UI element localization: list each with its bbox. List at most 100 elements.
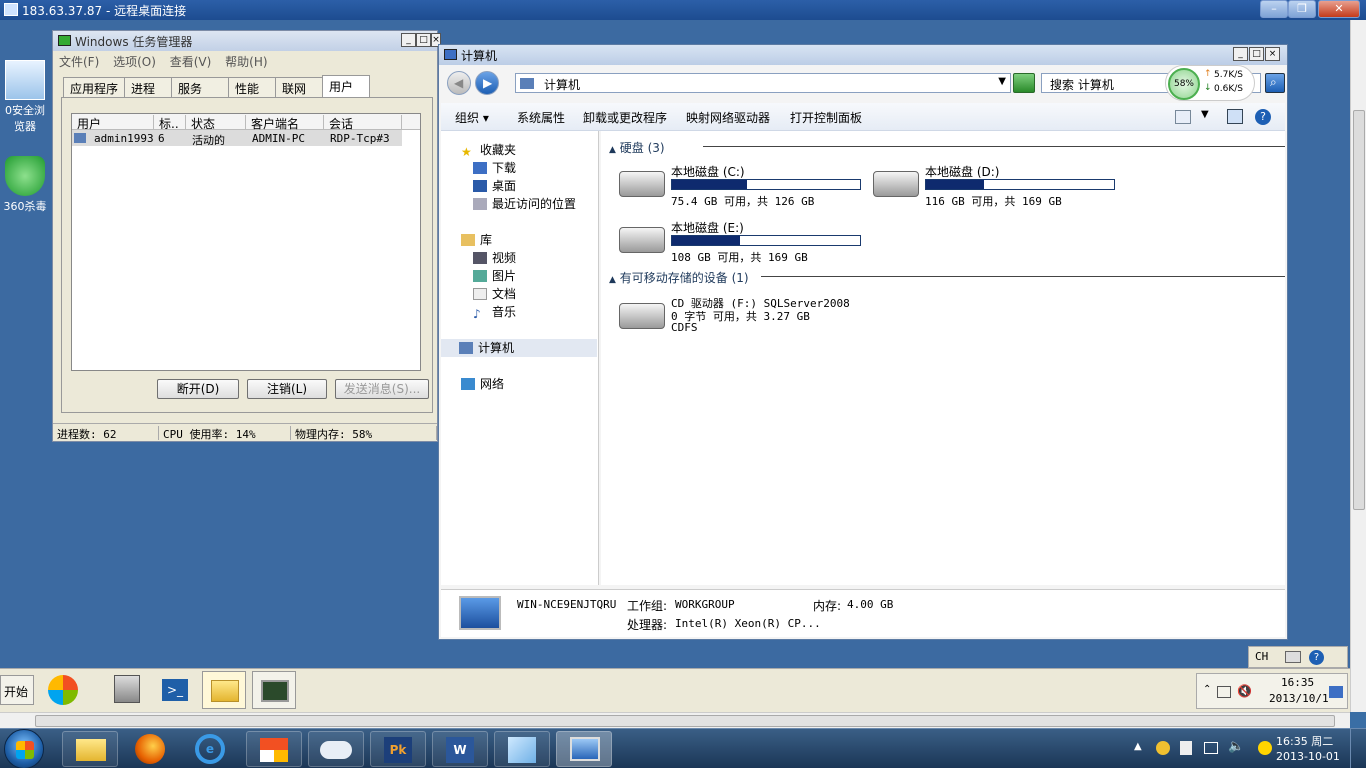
tab-networking[interactable]: 联网 xyxy=(275,77,324,97)
nav-pictures[interactable]: 图片 xyxy=(471,267,516,285)
menu-view[interactable]: 查看(V) xyxy=(170,55,212,69)
send-message-button[interactable]: 发送消息(S)... xyxy=(335,379,429,399)
nav-favorites[interactable]: ★ 收藏夹 xyxy=(459,141,516,159)
group-removable[interactable]: ▲ 有可移动存储的设备 (1) xyxy=(609,269,1285,285)
refresh-button[interactable] xyxy=(1013,73,1035,93)
tm-maximize-button[interactable]: □ xyxy=(416,33,431,47)
address-box[interactable]: 计算机 ▼ xyxy=(515,73,1011,93)
rdp-minimize-button[interactable]: – xyxy=(1260,0,1288,18)
drive-cd[interactable]: CD 驱动器 (F:) SQLServer2008 0 字节 可用，共 3.27… xyxy=(619,293,939,341)
scrollbar-thumb[interactable] xyxy=(35,715,1335,727)
network-tray-icon[interactable] xyxy=(1217,686,1231,698)
remote-app-powershell-button[interactable]: >_ xyxy=(154,671,198,709)
preview-pane-icon[interactable] xyxy=(1227,109,1243,124)
language-indicator[interactable]: CH xyxy=(1255,650,1268,663)
ex-minimize-button[interactable]: _ xyxy=(1233,47,1248,61)
tab-services[interactable]: 服务 xyxy=(171,77,230,97)
address-dropdown-icon[interactable]: ▼ xyxy=(998,76,1006,87)
volume-icon[interactable]: 🔈 xyxy=(1228,739,1244,754)
uninstall-program-button[interactable]: 卸载或更改程序 xyxy=(583,109,667,126)
disconnect-button[interactable]: 断开(D) xyxy=(157,379,239,399)
qq-icon[interactable] xyxy=(1156,741,1170,755)
col-id[interactable]: 标.. xyxy=(154,115,186,131)
nav-videos[interactable]: 视频 xyxy=(471,249,516,267)
tab-users[interactable]: 用户 xyxy=(322,75,371,97)
col-user[interactable]: 用户 xyxy=(72,115,154,131)
table-row[interactable]: admin1993 6 活动的 ADMIN-PC RDP-Tcp#3 xyxy=(72,130,402,147)
col-status[interactable]: 状态 xyxy=(186,115,246,131)
remote-app-windows-button[interactable] xyxy=(42,671,86,709)
tab-performance[interactable]: 性能 xyxy=(228,77,277,97)
volume-muted-icon[interactable]: 🔇 xyxy=(1237,684,1252,698)
nav-documents[interactable]: 文档 xyxy=(471,285,516,303)
tm-minimize-button[interactable]: _ xyxy=(401,33,416,47)
rdp-restore-button[interactable]: ❐ xyxy=(1288,0,1316,18)
nav-downloads[interactable]: 下载 xyxy=(471,159,516,177)
menu-file[interactable]: 文件(F) xyxy=(59,55,99,69)
remote-clock-date[interactable]: 2013/10/1 xyxy=(1269,692,1329,705)
nav-computer[interactable]: 计算机 xyxy=(441,339,597,357)
taskbar-rdp-button[interactable] xyxy=(556,731,612,767)
taskbar-cloud-button[interactable] xyxy=(308,731,364,767)
network-tray-icon[interactable] xyxy=(1204,742,1218,754)
ex-close-button[interactable]: × xyxy=(1265,47,1280,61)
clock-time[interactable]: 16:35 周二 xyxy=(1276,733,1333,749)
desktop-icon-360[interactable]: 360杀毒 xyxy=(0,156,50,214)
taskbar-word-button[interactable]: W xyxy=(432,731,488,767)
col-client[interactable]: 客户端名 xyxy=(246,115,324,131)
nav-network[interactable]: 网络 xyxy=(459,375,504,393)
forward-button[interactable]: ▶ xyxy=(475,71,499,95)
help-icon[interactable]: ? xyxy=(1309,650,1324,665)
taskbar-pk-button[interactable]: Pk xyxy=(370,731,426,767)
taskbar-firefox-button[interactable] xyxy=(122,731,178,767)
view-dropdown-icon[interactable]: ▼ xyxy=(1201,109,1209,120)
tray-expand-icon[interactable]: ▲ xyxy=(1134,741,1142,752)
nav-music[interactable]: ♪ 音乐 xyxy=(471,303,516,321)
weather-sun-icon[interactable] xyxy=(1258,741,1272,755)
tab-applications[interactable]: 应用程序 xyxy=(63,77,126,97)
show-desktop-icon[interactable] xyxy=(1329,686,1343,698)
back-button[interactable]: ◀ xyxy=(447,71,471,95)
start-orb-button[interactable] xyxy=(4,729,44,768)
remote-clock-time[interactable]: 16:35 xyxy=(1281,676,1314,689)
nav-recent[interactable]: 最近访问的位置 xyxy=(471,195,576,213)
ex-maximize-button[interactable]: □ xyxy=(1249,47,1264,61)
vertical-scrollbar[interactable] xyxy=(1350,20,1366,712)
menu-help[interactable]: 帮助(H) xyxy=(225,55,267,69)
nav-libraries[interactable]: 库 xyxy=(459,231,492,249)
keyboard-icon[interactable] xyxy=(1285,651,1301,663)
tray-expand-icon[interactable]: ⌃ xyxy=(1203,684,1211,695)
clipboard-icon[interactable] xyxy=(1180,741,1192,755)
menu-options[interactable]: 选项(O) xyxy=(113,55,156,69)
view-options-icon[interactable] xyxy=(1175,110,1191,124)
logoff-button[interactable]: 注销(L) xyxy=(247,379,327,399)
system-properties-button[interactable]: 系统属性 xyxy=(517,109,565,126)
drive-c[interactable]: 本地磁盘 (C:) 75.4 GB 可用，共 126 GB xyxy=(619,163,869,209)
search-button[interactable]: ⌕ xyxy=(1265,73,1285,93)
remote-app-server-manager-button[interactable] xyxy=(104,671,148,709)
rdp-close-button[interactable]: ✕ xyxy=(1318,0,1360,18)
nav-desktop[interactable]: 桌面 xyxy=(471,177,516,195)
drive-d[interactable]: 本地磁盘 (D:) 116 GB 可用，共 169 GB xyxy=(873,163,1123,209)
remote-start-button[interactable]: 开始 xyxy=(0,675,34,705)
remote-app-taskmgr-button[interactable] xyxy=(252,671,296,709)
drive-e[interactable]: 本地磁盘 (E:) 108 GB 可用，共 169 GB xyxy=(619,219,869,265)
show-desktop-button[interactable] xyxy=(1350,729,1366,768)
organize-button[interactable]: 组织 ▾ xyxy=(455,109,489,126)
taskbar-explorer-button[interactable] xyxy=(62,731,118,767)
help-icon[interactable]: ? xyxy=(1255,109,1271,125)
clock-date[interactable]: 2013-10-01 xyxy=(1276,750,1340,763)
remote-app-explorer-button[interactable] xyxy=(202,671,246,709)
map-network-drive-button[interactable]: 映射网络驱动器 xyxy=(686,109,770,126)
users-list[interactable]: 用户 标.. 状态 客户端名 会话 admin1993 6 活动的 ADMIN-… xyxy=(71,113,421,371)
desktop-icon-browser[interactable]: 0安全浏览器 xyxy=(0,60,50,134)
tab-processes[interactable]: 进程 xyxy=(124,77,173,97)
scrollbar-thumb[interactable] xyxy=(1353,110,1365,510)
col-session[interactable]: 会话 xyxy=(324,115,402,131)
taskbar-ie-button[interactable]: e xyxy=(182,731,238,767)
horizontal-scrollbar[interactable] xyxy=(0,712,1350,728)
open-control-panel-button[interactable]: 打开控制面板 xyxy=(790,109,862,126)
taskbar-notes-button[interactable] xyxy=(494,731,550,767)
taskbar-app-button[interactable] xyxy=(246,731,302,767)
group-hdd[interactable]: ▲ 硬盘 (3) xyxy=(609,139,1285,155)
